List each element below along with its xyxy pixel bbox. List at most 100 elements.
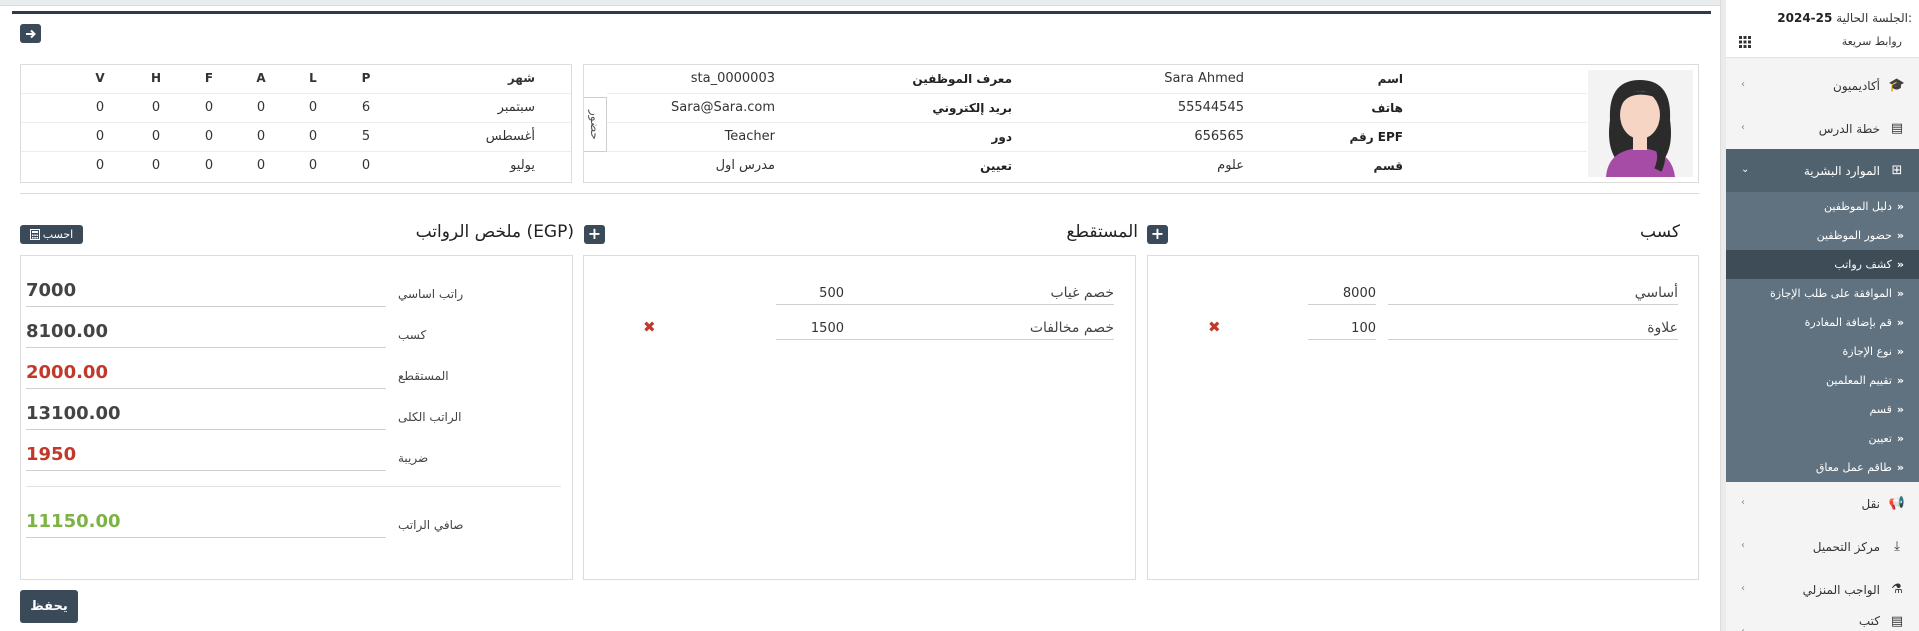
add-deduction-button[interactable]: + bbox=[1147, 225, 1168, 244]
summary-row: 11150.00 صافي الراتب bbox=[26, 508, 566, 538]
sitemap-icon: ⊞ bbox=[1891, 163, 1903, 178]
cell: 0 bbox=[361, 158, 371, 173]
earnings-panel: أساسي 8000 علاوة 100 ✖ bbox=[1147, 255, 1699, 580]
sidebar-item-lesson-plan[interactable]: ‹ خطة الدرس ▤ bbox=[1721, 107, 1919, 150]
col-header: A bbox=[256, 71, 266, 85]
deduction-amount-input[interactable]: 500 bbox=[776, 283, 844, 305]
cell: 0 bbox=[308, 129, 318, 144]
department-value: علوم bbox=[1217, 158, 1244, 173]
cell: 6 bbox=[361, 100, 371, 115]
sidebar-item-label: أكاديميون bbox=[1833, 78, 1880, 93]
attendance-tab-label: حضور bbox=[588, 109, 602, 140]
deduction-row: خصم مخالفات 1500 ✖ bbox=[584, 318, 1114, 340]
submenu-item[interactable]: قسم » bbox=[1721, 395, 1919, 424]
submenu-item[interactable]: تعيين » bbox=[1721, 424, 1919, 453]
double-chevron-icon: » bbox=[1896, 432, 1904, 445]
cell: 0 bbox=[95, 129, 105, 144]
grid-icon[interactable] bbox=[1739, 36, 1751, 48]
earning-name-input[interactable]: علاوة bbox=[1388, 318, 1678, 340]
cell: 0 bbox=[151, 129, 161, 144]
submenu-item[interactable]: دليل الموظفين » bbox=[1721, 192, 1919, 221]
epf-value: 656565 bbox=[1194, 129, 1244, 144]
submenu-item[interactable]: حضور الموظفين » bbox=[1721, 221, 1919, 250]
col-header: L bbox=[309, 71, 317, 85]
back-button[interactable] bbox=[20, 24, 41, 43]
staff-id-label: معرف الموظفين bbox=[912, 72, 1012, 86]
net-salary-value[interactable]: 11150.00 bbox=[26, 508, 386, 538]
cell: 0 bbox=[95, 100, 105, 115]
summary-row: 1950 ضريبة bbox=[26, 441, 566, 471]
sidebar-item-human-resources[interactable]: ⌄ الموارد البشرية ⊞ bbox=[1721, 149, 1919, 192]
book-icon: ▤ bbox=[1890, 613, 1904, 629]
avatar-image bbox=[1588, 70, 1693, 177]
role-value: Teacher bbox=[724, 129, 775, 144]
table-row: سبتمبر 6 0 0 0 0 0 bbox=[21, 94, 571, 123]
earning-name-input[interactable]: أساسي bbox=[1388, 283, 1678, 305]
submenu-item[interactable]: تقييم المعلمين » bbox=[1721, 366, 1919, 395]
summary-row: 8100.00 كسب bbox=[26, 318, 566, 348]
deduction-name-input[interactable]: خصم غياب bbox=[822, 283, 1114, 305]
sidebar-item-books[interactable]: ‹ كتب ▤ bbox=[1721, 611, 1919, 631]
cell: 5 bbox=[361, 129, 371, 144]
main-content: حضور اسم Sara Ahmed معرف الموظفين sta_00… bbox=[0, 0, 1720, 631]
cell: 0 bbox=[151, 158, 161, 173]
tax-value[interactable]: 1950 bbox=[26, 441, 386, 471]
calculate-label: احسب bbox=[42, 228, 74, 241]
cell: 0 bbox=[308, 100, 318, 115]
basic-salary-value[interactable]: 7000 bbox=[26, 277, 386, 307]
quick-links[interactable]: روابط سريعة bbox=[1842, 35, 1902, 48]
arrow-right-icon bbox=[25, 29, 36, 38]
sidebar-item-label: الموارد البشرية bbox=[1803, 163, 1880, 178]
chevron-left-icon: ‹ bbox=[1741, 79, 1745, 90]
sidebar-item-academics[interactable]: ‹ أكاديميون 🎓 bbox=[1721, 64, 1919, 107]
net-salary-label: صافي الراتب bbox=[398, 518, 464, 532]
deduction-amount-input[interactable]: 1500 bbox=[776, 318, 844, 340]
submenu-item[interactable]: نوع الإجازة » bbox=[1721, 337, 1919, 366]
remove-icon[interactable]: ✖ bbox=[1208, 318, 1221, 336]
sidebar-item-label: كتب bbox=[1858, 614, 1880, 628]
submenu-item-label: دليل الموظفين bbox=[1824, 200, 1892, 213]
save-button[interactable]: يحفظ bbox=[20, 590, 78, 623]
double-chevron-icon: » bbox=[1896, 316, 1904, 329]
session-value: 2024-25 bbox=[1777, 11, 1833, 25]
submenu-item[interactable]: طاقم عمل معاق » bbox=[1721, 453, 1919, 482]
name-value: Sara Ahmed bbox=[1164, 71, 1244, 86]
submenu-item-payroll[interactable]: كشف رواتب » bbox=[1721, 250, 1919, 279]
header-line bbox=[12, 11, 1711, 14]
sidebar-item-homework[interactable]: ‹ الواجب المنزلي ⚗ bbox=[1721, 568, 1919, 611]
submenu-item-label: حضور الموظفين bbox=[1816, 229, 1892, 242]
submenu-item[interactable]: الموافقة على طلب الإجازة » bbox=[1721, 279, 1919, 308]
earning-amount-input[interactable]: 8000 bbox=[1308, 283, 1376, 305]
gross-salary-value[interactable]: 13100.00 bbox=[26, 400, 386, 430]
session-label: الجلسة الحالية: bbox=[1836, 11, 1912, 25]
double-chevron-icon: » bbox=[1896, 200, 1904, 213]
cell: 0 bbox=[256, 129, 266, 144]
col-header: H bbox=[150, 71, 162, 85]
plus-icon: + bbox=[1150, 224, 1165, 243]
attendance-tab[interactable]: حضور bbox=[584, 97, 607, 152]
submenu-item-label: تعيين bbox=[1868, 432, 1892, 445]
submenu-item-label: قسم bbox=[1869, 403, 1892, 416]
deduction-name-input[interactable]: خصم مخالفات bbox=[822, 318, 1114, 340]
deductions-total-value[interactable]: 2000.00 bbox=[26, 359, 386, 389]
sidebar-scrollbar[interactable] bbox=[1721, 0, 1726, 631]
submenu-item-label: تقييم المعلمين bbox=[1826, 374, 1892, 387]
add-summary-button[interactable]: + bbox=[584, 225, 605, 244]
double-chevron-icon: » bbox=[1896, 287, 1904, 300]
month-cell: يوليو bbox=[510, 158, 535, 173]
chevron-left-icon: ‹ bbox=[1741, 497, 1745, 508]
sidebar-header: 2024-25 الجلسة الحالية: روابط سريعة bbox=[1721, 0, 1919, 58]
earnings-total-label: كسب bbox=[398, 328, 427, 342]
name-label: اسم bbox=[1377, 72, 1403, 86]
basic-salary-label: راتب اساسي bbox=[398, 287, 464, 301]
earning-amount-input[interactable]: 100 bbox=[1308, 318, 1376, 340]
divider bbox=[20, 193, 1699, 194]
earnings-total-value[interactable]: 8100.00 bbox=[26, 318, 386, 348]
calculate-button[interactable]: احسب bbox=[20, 225, 83, 244]
sidebar-item-download-center[interactable]: ‹ مركز التحميل ⤓ bbox=[1721, 525, 1919, 568]
submenu-item[interactable]: قم بإضافة المغادرة » bbox=[1721, 308, 1919, 337]
cell: 0 bbox=[204, 158, 214, 173]
sidebar-item-transport[interactable]: ‹ نقل 📢 bbox=[1721, 482, 1919, 525]
remove-icon[interactable]: ✖ bbox=[643, 318, 656, 336]
earning-row: أساسي 8000 bbox=[1148, 283, 1678, 305]
